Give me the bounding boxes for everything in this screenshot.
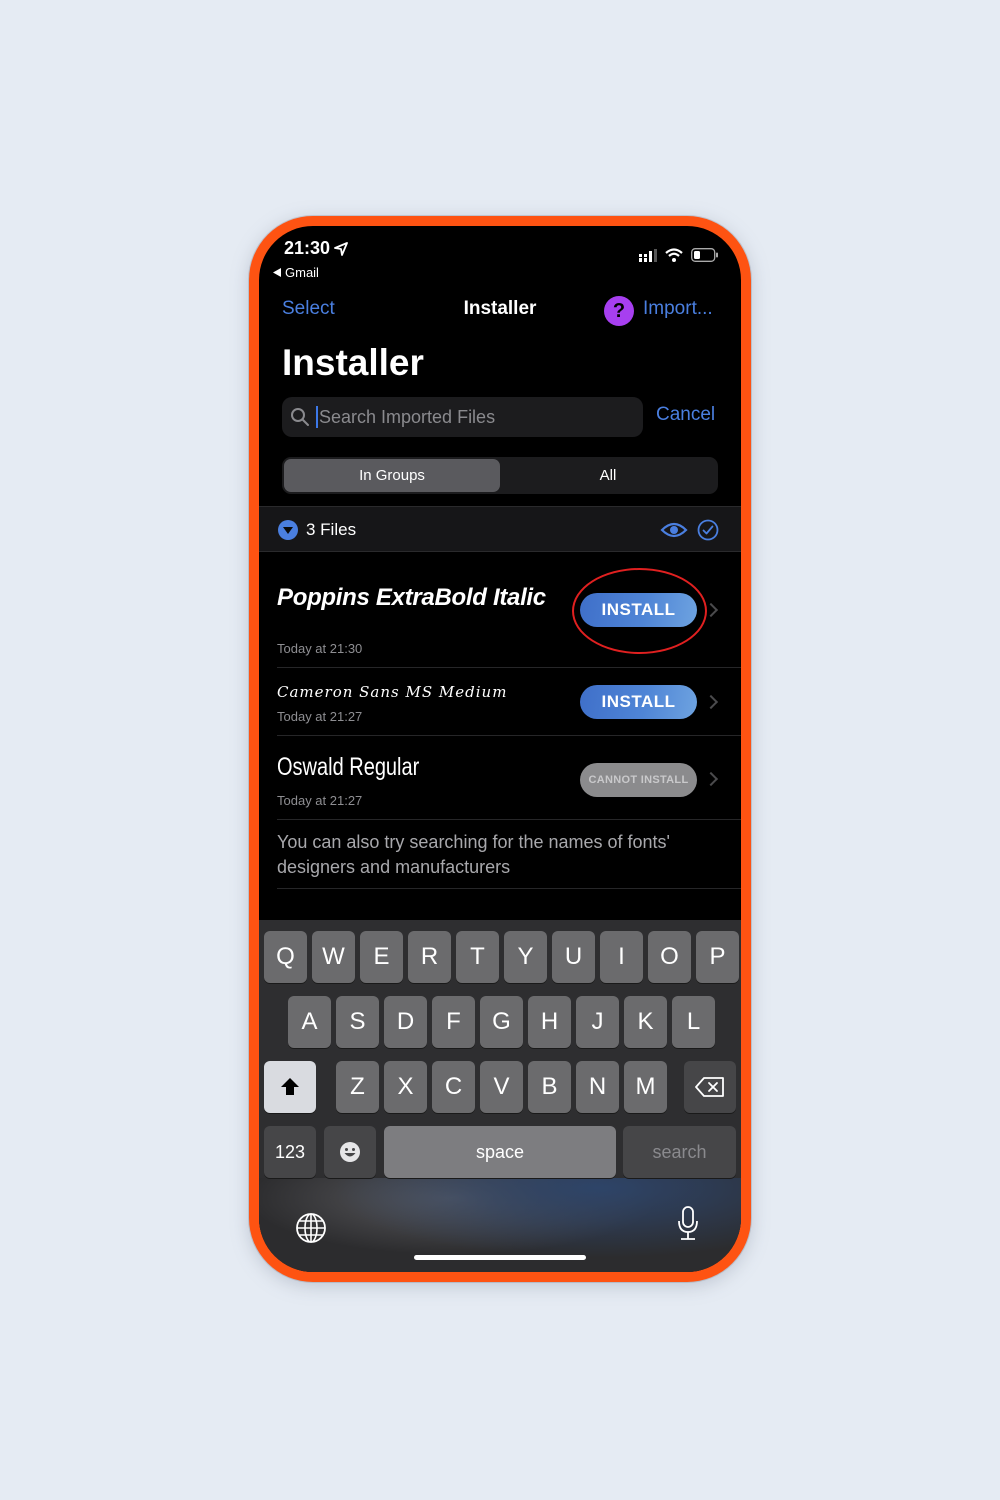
space-key[interactable]: space <box>384 1126 616 1178</box>
view-mode-segmented-control: In Groups All <box>282 457 718 494</box>
shift-key[interactable] <box>264 1061 316 1113</box>
status-time-label: 21:30 <box>284 238 331 258</box>
file-date: Today at 21:30 <box>277 641 363 656</box>
backspace-icon <box>695 1077 724 1097</box>
file-date: Today at 21:27 <box>277 793 363 808</box>
eye-icon[interactable] <box>660 519 688 541</box>
chevron-right-icon <box>703 602 719 618</box>
search-icon <box>291 408 309 426</box>
search-key[interactable]: search <box>623 1126 736 1178</box>
file-name: Oswald Regular <box>277 753 420 781</box>
help-icon[interactable]: ? <box>604 296 634 326</box>
key-x[interactable]: X <box>384 1061 427 1113</box>
battery-icon <box>691 248 718 262</box>
file-row[interactable]: Cameron Sans MS Medium INSTALL Today at … <box>259 668 741 736</box>
key-s[interactable]: S <box>336 996 379 1048</box>
row-divider <box>277 888 741 889</box>
section-header: 3 Files <box>259 506 741 552</box>
file-row[interactable]: Poppins ExtraBold Italic INSTALL Today a… <box>259 552 741 668</box>
install-button[interactable]: INSTALL <box>580 685 697 719</box>
file-name: Poppins ExtraBold Italic <box>277 584 546 611</box>
page-title: Installer <box>282 342 424 383</box>
key-i[interactable]: I <box>600 931 643 983</box>
file-row[interactable]: Oswald Regular CANNOT INSTALL Today at 2… <box>259 736 741 820</box>
back-to-app[interactable]: Gmail <box>273 265 319 280</box>
key-z[interactable]: Z <box>336 1061 379 1113</box>
key-f[interactable]: F <box>432 996 475 1048</box>
keyboard: QWERTYUIOP ASDFGHJKL ZXCVBNM 123 space s… <box>259 920 741 1272</box>
status-icons <box>639 248 719 262</box>
nav-bar: Select Installer ? Import... <box>259 296 741 326</box>
cannot-install-button: CANNOT INSTALL <box>580 763 697 797</box>
shift-arrow-icon <box>281 1078 299 1095</box>
key-q[interactable]: Q <box>264 931 307 983</box>
key-t[interactable]: T <box>456 931 499 983</box>
search-hint: You can also try searching for the names… <box>277 832 670 877</box>
key-y[interactable]: Y <box>504 931 547 983</box>
file-count: 3 Files <box>306 520 357 539</box>
key-c[interactable]: C <box>432 1061 475 1113</box>
key-n[interactable]: N <box>576 1061 619 1113</box>
file-date: Today at 21:27 <box>277 709 363 724</box>
emoji-key[interactable] <box>324 1126 376 1178</box>
status-time: 21:30 <box>284 238 348 259</box>
text-caret <box>316 406 318 428</box>
key-d[interactable]: D <box>384 996 427 1048</box>
install-button[interactable]: INSTALL <box>580 593 697 627</box>
key-h[interactable]: H <box>528 996 571 1048</box>
key-m[interactable]: M <box>624 1061 667 1113</box>
chevron-right-icon <box>703 694 719 710</box>
key-b[interactable]: B <box>528 1061 571 1113</box>
key-u[interactable]: U <box>552 931 595 983</box>
key-p[interactable]: P <box>696 931 739 983</box>
key-e[interactable]: E <box>360 931 403 983</box>
segment-all[interactable]: All <box>500 459 716 492</box>
key-r[interactable]: R <box>408 931 451 983</box>
back-triangle-icon <box>273 268 281 277</box>
home-indicator[interactable] <box>414 1255 586 1260</box>
collapse-triangle-icon[interactable] <box>278 520 298 540</box>
chevron-right-icon <box>703 771 719 787</box>
key-a[interactable]: A <box>288 996 331 1048</box>
file-name: Cameron Sans MS Medium <box>277 683 508 701</box>
location-arrow-icon <box>334 241 348 256</box>
segment-in-groups[interactable]: In Groups <box>284 459 500 492</box>
phone-screen: 21:30 Gmail Select Installer ? Import...… <box>259 226 741 1272</box>
wifi-icon <box>665 248 683 262</box>
checkmark-circle-icon[interactable] <box>697 519 719 541</box>
search-placeholder: Search Imported Files <box>319 406 496 427</box>
numbers-key[interactable]: 123 <box>264 1126 316 1178</box>
row-divider <box>277 819 741 820</box>
key-o[interactable]: O <box>648 931 691 983</box>
globe-icon[interactable] <box>295 1212 327 1244</box>
import-button[interactable]: Import... <box>643 298 713 320</box>
key-w[interactable]: W <box>312 931 355 983</box>
key-l[interactable]: L <box>672 996 715 1048</box>
cancel-button[interactable]: Cancel <box>656 404 715 426</box>
delete-key[interactable] <box>684 1061 736 1113</box>
signal-icon <box>639 248 657 262</box>
key-v[interactable]: V <box>480 1061 523 1113</box>
key-k[interactable]: K <box>624 996 667 1048</box>
search-input[interactable]: Search Imported Files <box>282 397 643 437</box>
emoji-icon <box>340 1142 360 1162</box>
key-j[interactable]: J <box>576 996 619 1048</box>
key-g[interactable]: G <box>480 996 523 1048</box>
select-button[interactable]: Select <box>282 298 335 320</box>
back-app-label: Gmail <box>285 265 319 280</box>
microphone-icon[interactable] <box>677 1206 699 1242</box>
